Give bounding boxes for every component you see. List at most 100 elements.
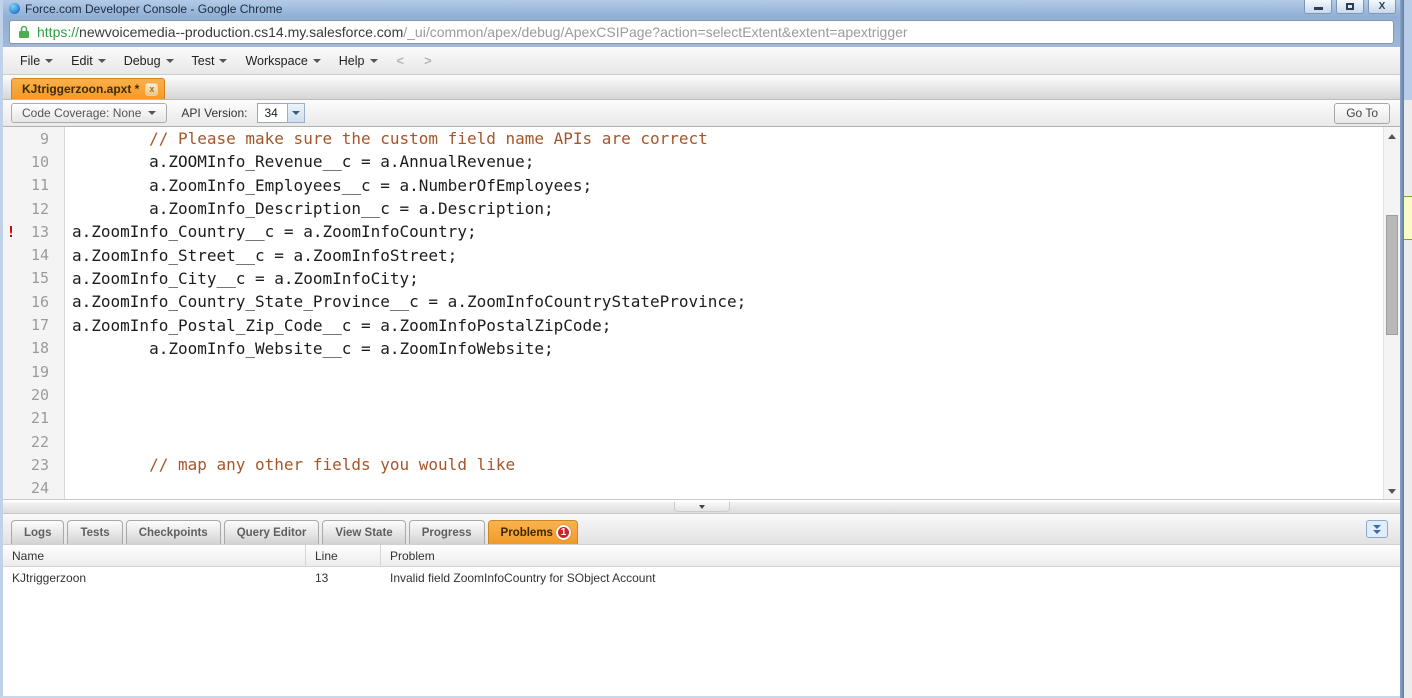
problem-row[interactable]: KJtriggerzoon 13 Invalid field ZoomInfoCou… bbox=[3, 567, 1400, 589]
column-header-problem: Problem bbox=[390, 548, 435, 563]
maximize-button[interactable] bbox=[1336, 0, 1364, 14]
bottom-tab-strip: Logs Tests Checkpoints Query Editor View Sta… bbox=[3, 514, 1400, 545]
tab-view-state[interactable]: View State bbox=[322, 520, 406, 544]
goto-button[interactable]: Go To bbox=[1334, 102, 1390, 124]
screen: Force.com Developer Console - Google Chr… bbox=[0, 0, 1412, 698]
line-number: 11 bbox=[30, 176, 49, 195]
tab-progress[interactable]: Progress bbox=[408, 520, 485, 544]
code-editor[interactable]: 9 // Please make sure the custom field n… bbox=[3, 127, 1400, 500]
scroll-up-icon[interactable] bbox=[1384, 129, 1400, 143]
menu-test[interactable]: Test bbox=[183, 47, 237, 74]
line-number: 21 bbox=[30, 409, 49, 428]
editor-vertical-scrollbar[interactable] bbox=[1383, 127, 1400, 500]
line-text: a.ZoomInfo_Country_State_Province__c = a… bbox=[72, 292, 747, 312]
line-number: 14 bbox=[30, 246, 49, 265]
code-line-12[interactable]: 12 a.ZoomInfo_Description__c = a.Descrip… bbox=[3, 197, 1400, 220]
line-text: a.ZoomInfo_Street__c = a.ZoomInfoStreet; bbox=[72, 245, 458, 265]
code-line-9[interactable]: 9 // Please make sure the custom field n… bbox=[3, 127, 1400, 150]
chrome-page-icon bbox=[9, 3, 20, 14]
url-text: https://newvoicemedia--production.cs14.m… bbox=[37, 24, 908, 40]
column-header-line: Line bbox=[306, 545, 381, 566]
tab-checkpoints[interactable]: Checkpoints bbox=[125, 520, 221, 544]
code-line-11[interactable]: 11 a.ZoomInfo_Employees__c = a.NumberOfE… bbox=[3, 174, 1400, 197]
chevron-down-icon bbox=[148, 111, 157, 115]
minimize-button[interactable] bbox=[1304, 0, 1332, 14]
chevron-down-icon bbox=[312, 58, 321, 63]
tab-problems[interactable]: Problems 1 bbox=[487, 520, 578, 544]
menu-help[interactable]: Help bbox=[330, 47, 387, 74]
line-number: 9 bbox=[39, 129, 49, 148]
menu-file[interactable]: File bbox=[11, 47, 62, 74]
menu-edit[interactable]: Edit bbox=[62, 47, 115, 74]
line-number: 10 bbox=[30, 152, 49, 171]
line-number: 16 bbox=[30, 292, 49, 311]
url-scheme: https:// bbox=[37, 24, 80, 40]
line-number: 15 bbox=[30, 269, 49, 288]
line-number: 12 bbox=[30, 199, 49, 218]
code-line-17[interactable]: 17 a.ZoomInfo_Postal_Zip_Code__c = a.Zoom… bbox=[3, 313, 1400, 336]
code-line-22[interactable]: 22 bbox=[3, 430, 1400, 453]
file-tab-close-icon[interactable]: x bbox=[145, 82, 159, 96]
splitter-collapse-handle[interactable] bbox=[673, 502, 730, 512]
code-line-23[interactable]: 23 // map any other fields you would lik… bbox=[3, 453, 1400, 476]
code-line-10[interactable]: 10 a.ZOOMInfo_Revenue__c = a.AnnualReven… bbox=[3, 150, 1400, 173]
close-icon: X bbox=[1378, 0, 1386, 12]
problems-table-header: Name Line Problem bbox=[3, 545, 1400, 567]
code-line-21[interactable]: 21 bbox=[3, 407, 1400, 430]
menu-debug[interactable]: Debug bbox=[115, 47, 183, 74]
window-controls: X bbox=[1304, 0, 1396, 14]
navigate-back-button[interactable]: < bbox=[387, 53, 415, 68]
code-line-15[interactable]: 15 a.ZoomInfo_City__c = a.ZoomInfoCity; bbox=[3, 267, 1400, 290]
scroll-down-icon[interactable] bbox=[1384, 484, 1400, 498]
line-text: a.ZoomInfo_Country__c = a.ZoomInfoCountr… bbox=[72, 222, 477, 242]
api-version-value: 34 bbox=[257, 103, 288, 123]
problems-count-badge: 1 bbox=[555, 525, 571, 540]
code-coverage-dropdown[interactable]: Code Coverage: None bbox=[11, 103, 168, 123]
scrollbar-thumb[interactable] bbox=[1386, 215, 1398, 335]
menu-bar: File Edit Debug Test Workspace Help < > bbox=[3, 47, 1400, 75]
select-arrow-icon bbox=[287, 103, 306, 123]
address-bar[interactable]: https://newvoicemedia--production.cs14.m… bbox=[9, 20, 1394, 44]
line-number: 17 bbox=[30, 316, 49, 335]
tab-query-editor[interactable]: Query Editor bbox=[223, 520, 320, 544]
line-text: // map any other fields you would like bbox=[72, 455, 516, 475]
navigate-forward-button[interactable]: > bbox=[414, 53, 442, 68]
tab-tests[interactable]: Tests bbox=[67, 520, 123, 544]
window-titlebar: Force.com Developer Console - Google Chr… bbox=[3, 0, 1400, 17]
line-text: a.ZoomInfo_Description__c = a.Descriptio… bbox=[72, 199, 554, 219]
close-button[interactable]: X bbox=[1368, 0, 1396, 14]
code-line-13[interactable]: ! 13 a.ZoomInfo_Country__c = a.ZoomInfoCou… bbox=[3, 220, 1400, 243]
url-path: /_ui/common/apex/debug/ApexCSIPage?actio… bbox=[403, 24, 908, 40]
chevron-down-icon bbox=[219, 58, 228, 63]
double-chevron-down-icon bbox=[1373, 524, 1381, 529]
file-tab-kjtriggerzoon[interactable]: KJtriggerzoon.apxt * x bbox=[11, 78, 166, 99]
collapse-down-icon bbox=[698, 504, 705, 509]
code-line-18[interactable]: 18 a.ZoomInfo_Website__c = a.ZoomInfoWeb… bbox=[3, 337, 1400, 360]
code-line-24[interactable]: 24 bbox=[3, 476, 1400, 499]
menu-workspace[interactable]: Workspace bbox=[236, 47, 329, 74]
tab-logs[interactable]: Logs bbox=[11, 520, 65, 544]
error-marker-icon: ! bbox=[6, 222, 16, 241]
line-number: 13 bbox=[30, 222, 49, 241]
code-coverage-label: Code Coverage: None bbox=[22, 106, 142, 120]
code-line-14[interactable]: 14 a.ZoomInfo_Street__c = a.ZoomInfoStree… bbox=[3, 243, 1400, 266]
line-text: a.ZoomInfo_City__c = a.ZoomInfoCity; bbox=[72, 268, 419, 288]
panel-collapse-button[interactable] bbox=[1366, 520, 1388, 538]
api-version-select[interactable]: 34 bbox=[257, 103, 306, 123]
chevron-down-icon bbox=[369, 58, 378, 63]
api-version-label: API Version: bbox=[181, 106, 248, 120]
column-header-name: Name bbox=[3, 545, 306, 566]
line-number: 23 bbox=[30, 455, 49, 474]
maximize-icon bbox=[1346, 3, 1354, 10]
problem-description: Invalid field ZoomInfoCountry for SObjec… bbox=[390, 571, 656, 585]
panel-splitter[interactable] bbox=[3, 500, 1400, 514]
code-line-16[interactable]: 16 a.ZoomInfo_Country_State_Province__c =… bbox=[3, 290, 1400, 313]
minimize-icon bbox=[1313, 7, 1323, 10]
chevron-down-icon bbox=[165, 58, 174, 63]
code-line-19[interactable]: 19 bbox=[3, 360, 1400, 383]
line-text: // Please make sure the custom field nam… bbox=[72, 129, 708, 149]
browser-window: Force.com Developer Console - Google Chr… bbox=[0, 0, 1400, 698]
code-line-20[interactable]: 20 bbox=[3, 383, 1400, 406]
url-host: newvoicemedia--production.cs14.my.salesf… bbox=[79, 24, 404, 40]
problems-panel: Name Line Problem KJtriggerzoon 13 Invalid… bbox=[3, 545, 1400, 696]
